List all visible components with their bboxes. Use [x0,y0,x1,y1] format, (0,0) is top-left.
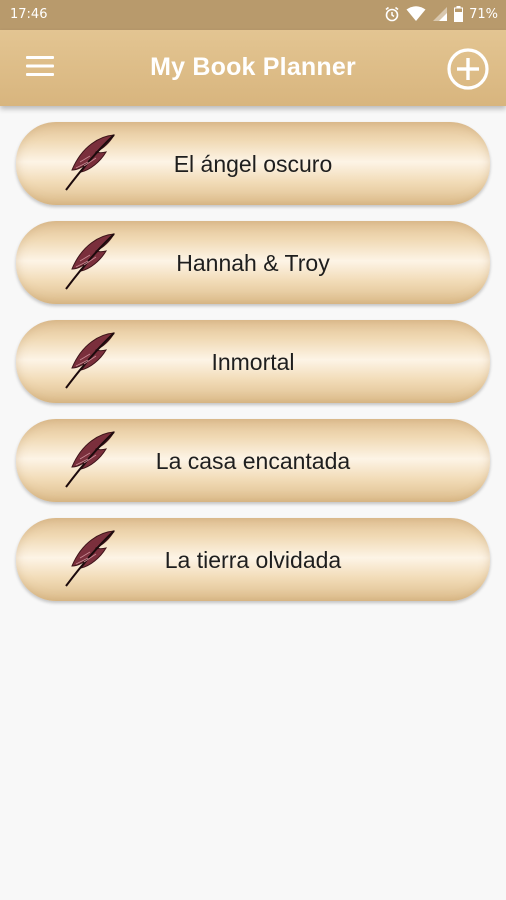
app-title: My Book Planner [150,53,356,81]
book-title: El ángel oscuro [173,151,333,177]
book-list: El ángel oscuro Hannah & Troy Inmortal L… [0,122,506,617]
battery-icon [454,6,464,22]
wifi-icon [406,6,426,22]
signal-icon [432,6,448,22]
battery-percentage: 71% [469,6,498,22]
book-item[interactable]: La casa encantada [16,419,490,502]
book-item[interactable]: Hannah & Troy [16,221,490,304]
add-circle-icon [446,48,490,95]
book-title: Hannah & Troy [176,250,330,276]
status-icons: 71% [384,6,498,22]
status-time: 17:46 [10,7,48,22]
book-item[interactable]: El ángel oscuro [16,122,490,205]
book-title: La tierra olvidada [164,547,342,573]
book-item[interactable]: La tierra olvidada [16,518,490,601]
book-title: Inmortal [211,349,295,375]
app-bar: My Book Planner [0,30,506,106]
add-book-button[interactable] [446,47,490,91]
book-item[interactable]: Inmortal [16,320,490,403]
book-title: La casa encantada [155,448,351,474]
screen: 17:46 71% My Book Planner El ángel oscur… [0,0,506,900]
status-bar: 17:46 71% [0,0,506,30]
alarm-icon [384,6,400,22]
